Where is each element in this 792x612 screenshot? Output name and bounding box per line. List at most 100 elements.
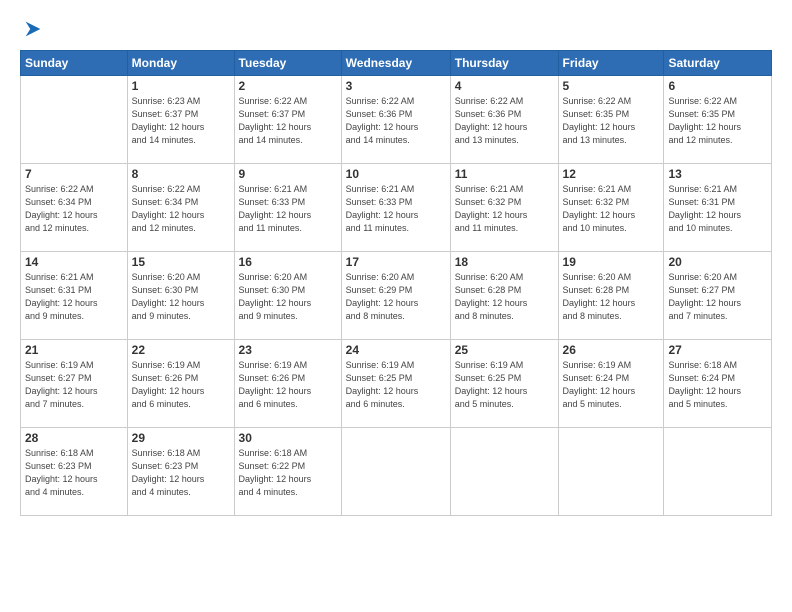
day-info: Sunrise: 6:18 AM Sunset: 6:24 PM Dayligh… [668, 359, 767, 411]
day-info: Sunrise: 6:22 AM Sunset: 6:37 PM Dayligh… [239, 95, 337, 147]
day-number: 25 [455, 343, 554, 357]
day-number: 10 [346, 167, 446, 181]
day-number: 27 [668, 343, 767, 357]
day-number: 4 [455, 79, 554, 93]
day-info: Sunrise: 6:22 AM Sunset: 6:35 PM Dayligh… [668, 95, 767, 147]
logo [20, 16, 44, 40]
calendar-cell: 13 Sunrise: 6:21 AM Sunset: 6:31 PM Dayli… [664, 164, 772, 252]
calendar-table: SundayMondayTuesdayWednesdayThursdayFrid… [20, 50, 772, 516]
calendar-week-row: 7 Sunrise: 6:22 AM Sunset: 6:34 PM Daylig… [21, 164, 772, 252]
day-number: 1 [132, 79, 230, 93]
calendar-cell: 5 Sunrise: 6:22 AM Sunset: 6:35 PM Daylig… [558, 76, 664, 164]
day-number: 7 [25, 167, 123, 181]
calendar-week-row: 21 Sunrise: 6:19 AM Sunset: 6:27 PM Dayli… [21, 340, 772, 428]
calendar-cell: 10Sunrise: 6:21 AM Sunset: 6:33 PM Dayli… [341, 164, 450, 252]
day-info: Sunrise: 6:19 AM Sunset: 6:27 PM Dayligh… [25, 359, 123, 411]
day-number: 14 [25, 255, 123, 269]
day-number: 19 [563, 255, 660, 269]
day-info: Sunrise: 6:22 AM Sunset: 6:36 PM Dayligh… [346, 95, 446, 147]
calendar-cell: 15 Sunrise: 6:20 AM Sunset: 6:30 PM Dayli… [127, 252, 234, 340]
calendar-cell: 29Sunrise: 6:18 AM Sunset: 6:23 PM Dayli… [127, 428, 234, 516]
day-info: Sunrise: 6:21 AM Sunset: 6:32 PM Dayligh… [455, 183, 554, 235]
page-header [20, 16, 772, 40]
calendar-cell: 1 Sunrise: 6:23 AM Sunset: 6:37 PM Daylig… [127, 76, 234, 164]
calendar-cell: 14Sunrise: 6:21 AM Sunset: 6:31 PM Dayli… [21, 252, 128, 340]
day-number: 21 [25, 343, 123, 357]
calendar-cell: 20 Sunrise: 6:20 AM Sunset: 6:27 PM Dayli… [664, 252, 772, 340]
day-info: Sunrise: 6:21 AM Sunset: 6:31 PM Dayligh… [668, 183, 767, 235]
day-number: 30 [239, 431, 337, 445]
calendar-cell: 9Sunrise: 6:21 AM Sunset: 6:33 PM Daylig… [234, 164, 341, 252]
calendar-cell: 30Sunrise: 6:18 AM Sunset: 6:22 PM Dayli… [234, 428, 341, 516]
day-info: Sunrise: 6:20 AM Sunset: 6:30 PM Dayligh… [239, 271, 337, 323]
calendar-cell [450, 428, 558, 516]
calendar-cell: 12 Sunrise: 6:21 AM Sunset: 6:32 PM Dayli… [558, 164, 664, 252]
day-info: Sunrise: 6:20 AM Sunset: 6:29 PM Dayligh… [346, 271, 446, 323]
day-number: 15 [132, 255, 230, 269]
day-number: 6 [668, 79, 767, 93]
day-number: 5 [563, 79, 660, 93]
day-info: Sunrise: 6:22 AM Sunset: 6:34 PM Dayligh… [25, 183, 123, 235]
day-info: Sunrise: 6:19 AM Sunset: 6:25 PM Dayligh… [455, 359, 554, 411]
calendar-cell [21, 76, 128, 164]
day-info: Sunrise: 6:21 AM Sunset: 6:32 PM Dayligh… [563, 183, 660, 235]
day-info: Sunrise: 6:18 AM Sunset: 6:23 PM Dayligh… [25, 447, 123, 499]
day-info: Sunrise: 6:22 AM Sunset: 6:36 PM Dayligh… [455, 95, 554, 147]
calendar-cell: 23 Sunrise: 6:19 AM Sunset: 6:26 PM Dayli… [234, 340, 341, 428]
day-info: Sunrise: 6:20 AM Sunset: 6:28 PM Dayligh… [563, 271, 660, 323]
day-info: Sunrise: 6:20 AM Sunset: 6:27 PM Dayligh… [668, 271, 767, 323]
calendar-cell: 21 Sunrise: 6:19 AM Sunset: 6:27 PM Dayli… [21, 340, 128, 428]
day-info: Sunrise: 6:19 AM Sunset: 6:25 PM Dayligh… [346, 359, 446, 411]
day-info: Sunrise: 6:20 AM Sunset: 6:28 PM Dayligh… [455, 271, 554, 323]
calendar-cell [341, 428, 450, 516]
day-number: 26 [563, 343, 660, 357]
calendar-cell: 22 Sunrise: 6:19 AM Sunset: 6:26 PM Dayli… [127, 340, 234, 428]
calendar-cell: 25 Sunrise: 6:19 AM Sunset: 6:25 PM Dayli… [450, 340, 558, 428]
calendar-cell: 17 Sunrise: 6:20 AM Sunset: 6:29 PM Dayli… [341, 252, 450, 340]
calendar-cell: 4 Sunrise: 6:22 AM Sunset: 6:36 PM Daylig… [450, 76, 558, 164]
day-number: 8 [132, 167, 230, 181]
day-number: 9 [239, 167, 337, 181]
day-number: 29 [132, 431, 230, 445]
day-info: Sunrise: 6:22 AM Sunset: 6:35 PM Dayligh… [563, 95, 660, 147]
day-number: 3 [346, 79, 446, 93]
day-info: Sunrise: 6:20 AM Sunset: 6:30 PM Dayligh… [132, 271, 230, 323]
calendar-week-row: 1 Sunrise: 6:23 AM Sunset: 6:37 PM Daylig… [21, 76, 772, 164]
calendar-cell: 6 Sunrise: 6:22 AM Sunset: 6:35 PM Daylig… [664, 76, 772, 164]
day-number: 18 [455, 255, 554, 269]
weekday-header-friday: Friday [558, 51, 664, 76]
day-number: 13 [668, 167, 767, 181]
calendar-cell [558, 428, 664, 516]
calendar-week-row: 28 Sunrise: 6:18 AM Sunset: 6:23 PM Dayli… [21, 428, 772, 516]
calendar-cell: 2Sunrise: 6:22 AM Sunset: 6:37 PM Daylig… [234, 76, 341, 164]
calendar-cell [664, 428, 772, 516]
day-info: Sunrise: 6:19 AM Sunset: 6:26 PM Dayligh… [132, 359, 230, 411]
weekday-header-row: SundayMondayTuesdayWednesdayThursdayFrid… [21, 51, 772, 76]
weekday-header-wednesday: Wednesday [341, 51, 450, 76]
calendar-cell: 28 Sunrise: 6:18 AM Sunset: 6:23 PM Dayli… [21, 428, 128, 516]
day-info: Sunrise: 6:19 AM Sunset: 6:24 PM Dayligh… [563, 359, 660, 411]
day-info: Sunrise: 6:19 AM Sunset: 6:26 PM Dayligh… [239, 359, 337, 411]
calendar-week-row: 14Sunrise: 6:21 AM Sunset: 6:31 PM Dayli… [21, 252, 772, 340]
calendar-cell: 18 Sunrise: 6:20 AM Sunset: 6:28 PM Dayli… [450, 252, 558, 340]
calendar-cell: 19 Sunrise: 6:20 AM Sunset: 6:28 PM Dayli… [558, 252, 664, 340]
calendar-cell: 26 Sunrise: 6:19 AM Sunset: 6:24 PM Dayli… [558, 340, 664, 428]
day-number: 22 [132, 343, 230, 357]
weekday-header-sunday: Sunday [21, 51, 128, 76]
calendar-cell: 7 Sunrise: 6:22 AM Sunset: 6:34 PM Daylig… [21, 164, 128, 252]
weekday-header-saturday: Saturday [664, 51, 772, 76]
calendar-cell: 3 Sunrise: 6:22 AM Sunset: 6:36 PM Daylig… [341, 76, 450, 164]
day-info: Sunrise: 6:22 AM Sunset: 6:34 PM Dayligh… [132, 183, 230, 235]
day-number: 16 [239, 255, 337, 269]
day-info: Sunrise: 6:23 AM Sunset: 6:37 PM Dayligh… [132, 95, 230, 147]
day-number: 20 [668, 255, 767, 269]
weekday-header-tuesday: Tuesday [234, 51, 341, 76]
day-number: 28 [25, 431, 123, 445]
calendar-cell: 11 Sunrise: 6:21 AM Sunset: 6:32 PM Dayli… [450, 164, 558, 252]
day-number: 12 [563, 167, 660, 181]
calendar-cell: 27 Sunrise: 6:18 AM Sunset: 6:24 PM Dayli… [664, 340, 772, 428]
weekday-header-monday: Monday [127, 51, 234, 76]
day-number: 17 [346, 255, 446, 269]
day-number: 11 [455, 167, 554, 181]
day-number: 23 [239, 343, 337, 357]
